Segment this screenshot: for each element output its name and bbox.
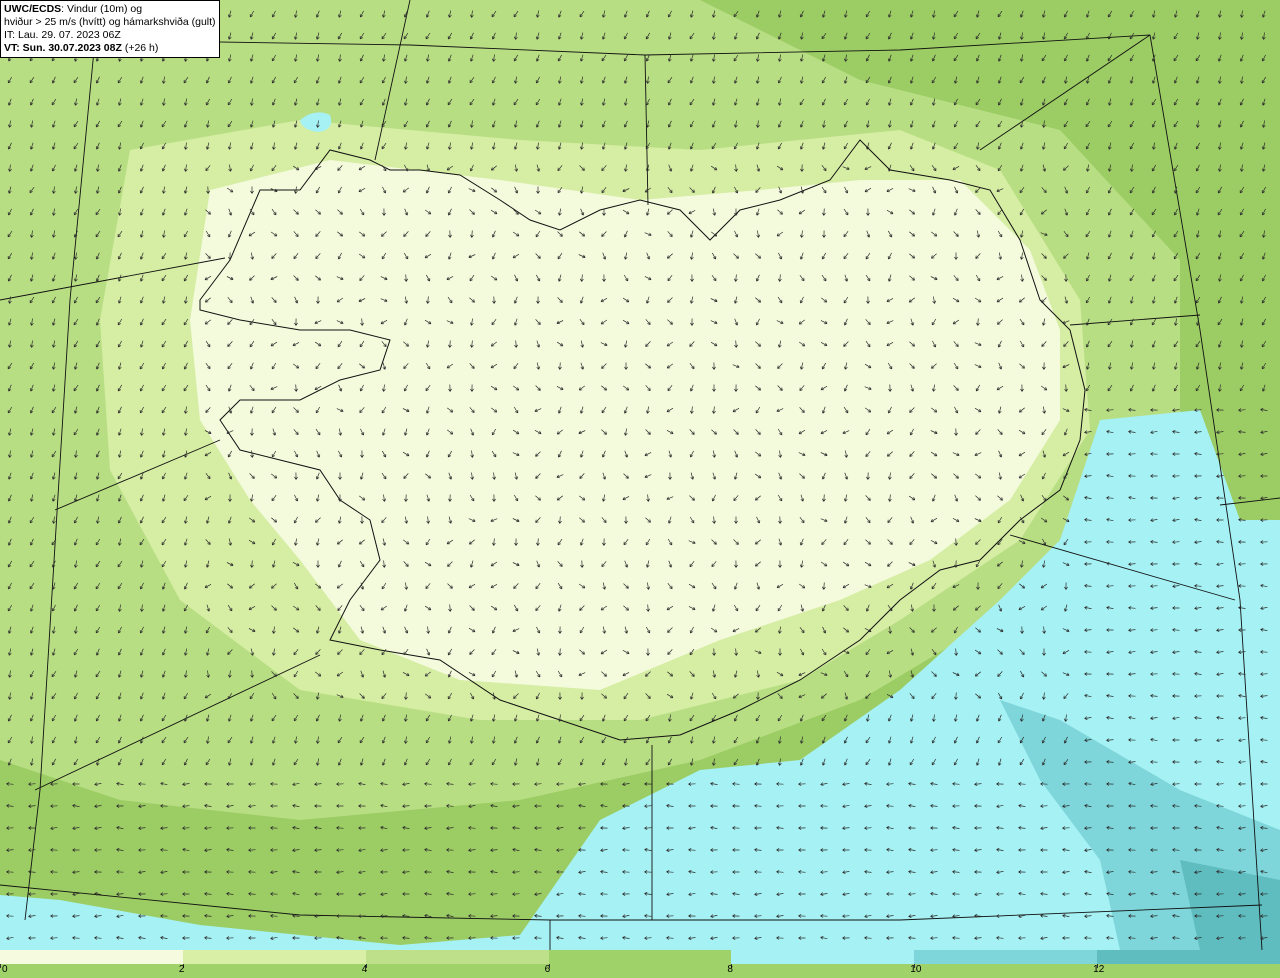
initial-time: IT: Lau. 29. 07. 2023 06Z	[4, 29, 121, 41]
legend-tick-label: 4	[361, 964, 368, 975]
color-legend: 0 2 4 6 8 10 12	[0, 950, 1280, 978]
legend-tick-label: 2	[178, 964, 185, 975]
gust-description: hviður > 25 m/s (hvítt) og hámarkshviða …	[4, 16, 216, 28]
legend-swatch	[914, 950, 1098, 964]
wind-map	[0, 0, 1280, 950]
model-label: UWC/ECDS	[4, 3, 62, 15]
legend-tick-label: 10	[910, 964, 922, 975]
legend-swatch	[548, 950, 732, 964]
legend-tick-label: 12	[1093, 964, 1105, 975]
forecast-map-view: UWC/ECDS: Vindur (10m) og hviður > 25 m/…	[0, 0, 1280, 978]
legend-tick-mark	[0, 964, 1, 968]
valid-time: VT: Sun. 30.07.2023 08Z	[4, 42, 122, 54]
legend-tick-label: 0	[2, 964, 8, 975]
map-info-box: UWC/ECDS: Vindur (10m) og hviður > 25 m/…	[0, 0, 220, 58]
legend-swatch	[365, 950, 549, 964]
parameter-label: : Vindur (10m) og	[61, 3, 143, 15]
legend-tick-label: 8	[727, 964, 733, 975]
legend-swatch	[731, 950, 915, 964]
legend-swatch	[182, 950, 366, 964]
legend-tick-label: 6	[544, 964, 551, 975]
lead-time: (+26 h)	[121, 42, 159, 54]
legend-swatch	[0, 950, 183, 964]
legend-swatch	[1097, 950, 1280, 964]
